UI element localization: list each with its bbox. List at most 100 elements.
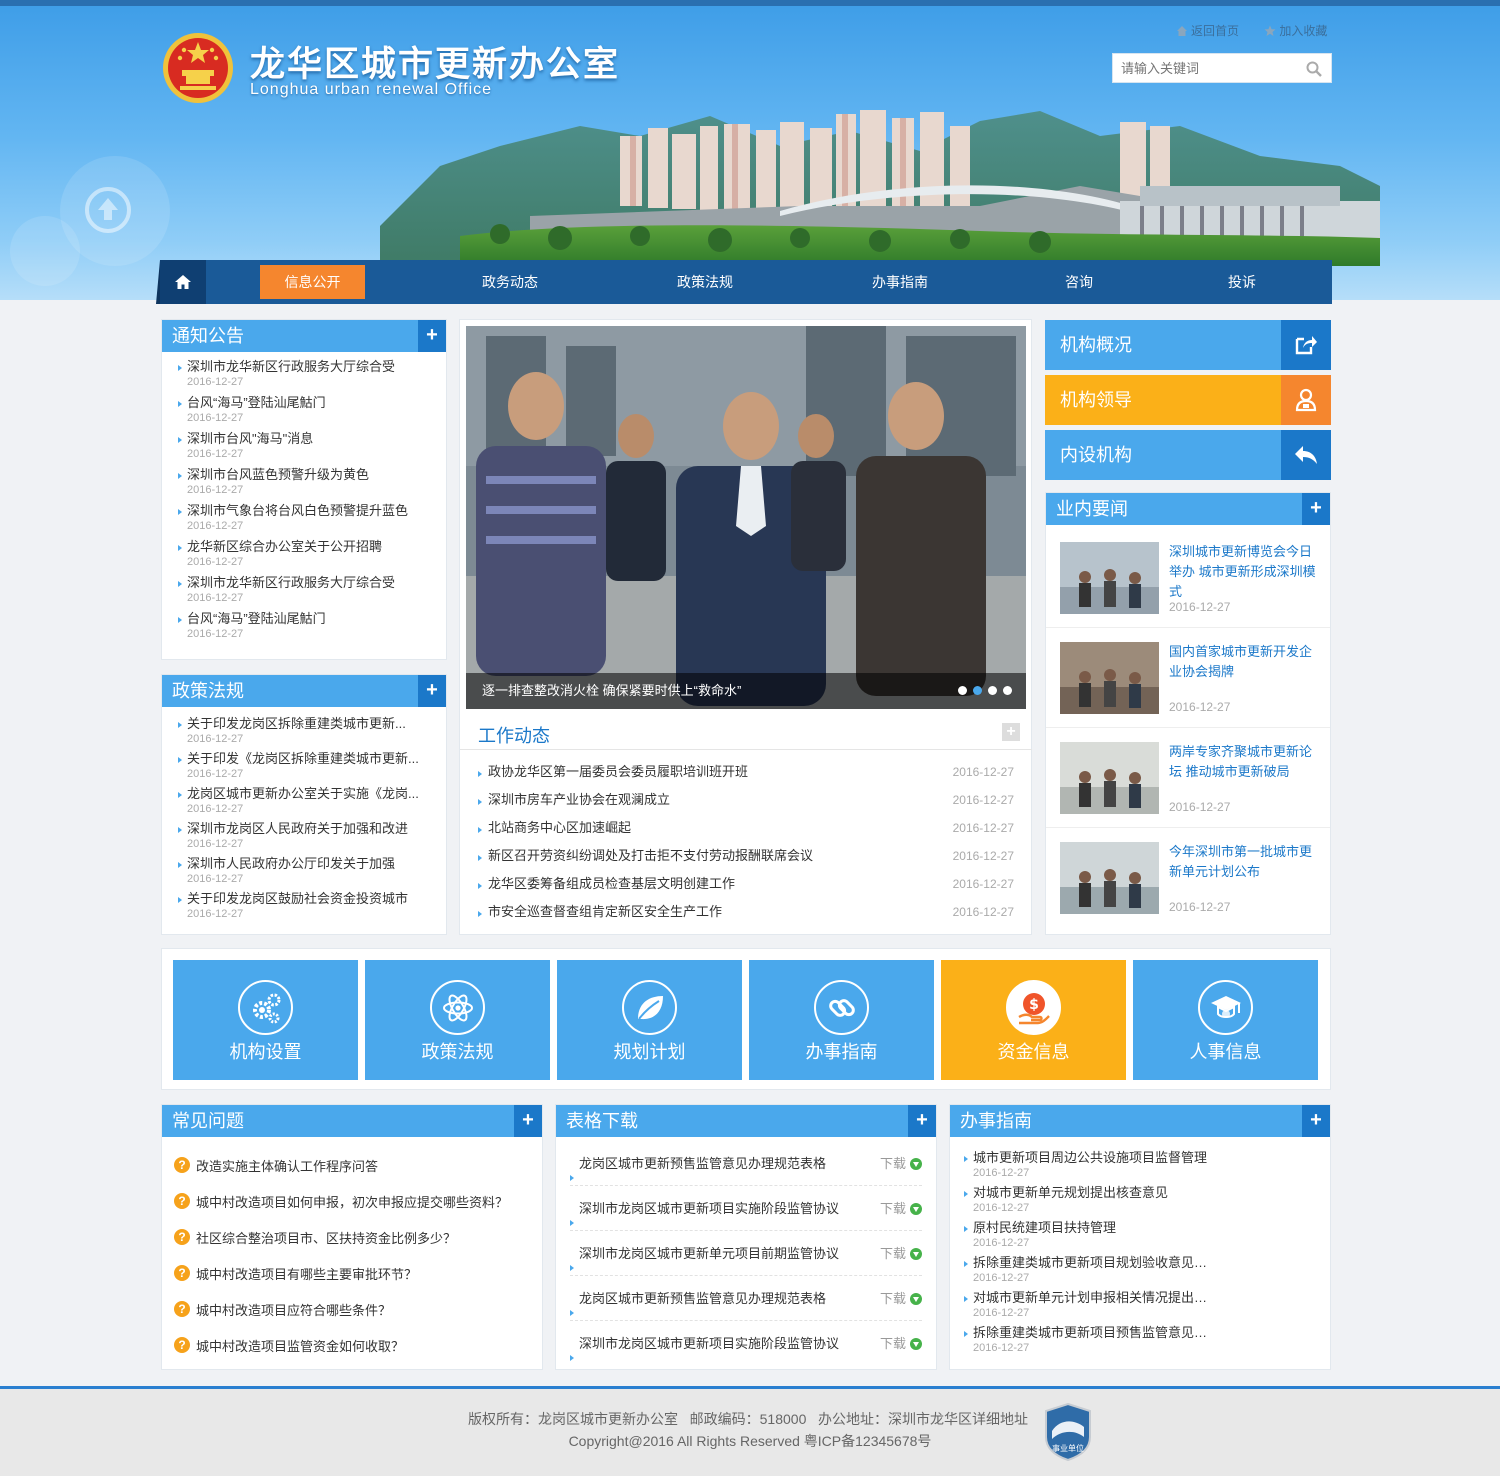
faq-item[interactable]: ? 城中村改造项目应符合哪些条件？	[174, 1291, 542, 1327]
list-item-title[interactable]: 龙岗区城市更新办公室关于实施《龙岗...	[178, 785, 433, 803]
news-slider[interactable]: 逐一排查整改消火栓 确保紧要时供上“救命水”	[466, 326, 1026, 709]
nav-home-button[interactable]	[160, 260, 206, 304]
service-tile[interactable]: 政策法规	[365, 960, 550, 1080]
nav-item-policy[interactable]: 政策法规	[655, 265, 755, 299]
news-title[interactable]: 国内首家城市更新开发企业协会揭牌	[1169, 642, 1319, 682]
download-button[interactable]: 下载	[880, 1141, 922, 1186]
faq-question[interactable]: 改造实施主体确认工作程序问答	[196, 1156, 378, 1175]
list-item[interactable]: 新区召开劳资纠纷调处及打击拒不支付劳动报酬联席会议 2016-12-27	[478, 846, 1016, 874]
list-item[interactable]: 市安全巡查督查组肯定新区安全生产工作 2016-12-27	[478, 902, 1016, 930]
list-item[interactable]: 深圳市人民政府办公厅印发关于加强 2016-12-27	[178, 855, 446, 890]
list-item[interactable]: 台风“海马”登陆汕尾鮕门 2016-12-27	[178, 394, 446, 430]
list-item[interactable]: 深圳市龙华新区行政服务大厅综合受 2016-12-27	[178, 358, 446, 394]
list-item[interactable]: 深圳市台风蓝色预警升级为黄色 2016-12-27	[178, 466, 446, 502]
slider-dot[interactable]	[1003, 686, 1012, 695]
faq-more-button[interactable]: +	[514, 1105, 542, 1137]
news-item[interactable]: 今年深圳市第一批城市更新单元计划公布 2016-12-27	[1060, 842, 1322, 922]
quick-link-button[interactable]: 内设机构	[1045, 430, 1331, 480]
faq-question[interactable]: 城中村改造项目有哪些主要审批环节？	[196, 1264, 417, 1283]
nav-item-gov-news[interactable]: 政务动态	[460, 265, 560, 299]
list-item-title[interactable]: 北站商务中心区加速崛起	[478, 820, 631, 835]
nav-item-complaint[interactable]: 投诉	[1208, 265, 1276, 299]
service-tile[interactable]: 人事信息	[1133, 960, 1318, 1080]
search-icon[interactable]	[1305, 60, 1323, 78]
faq-item[interactable]: ? 社区综合整治项目市、区扶持资金比例多少？	[174, 1219, 542, 1255]
home-link[interactable]: 返回首页	[1176, 22, 1239, 39]
faq-question[interactable]: 城中村改造项目如何申报，初次申报应提交哪些资料？	[196, 1192, 508, 1211]
favorite-link[interactable]: 加入收藏	[1264, 22, 1327, 39]
download-button[interactable]: 下载	[880, 1276, 922, 1321]
list-item-title[interactable]: 台风“海马”登陆汕尾鮕门	[178, 394, 433, 412]
list-item[interactable]: 关于印发《龙岗区拆除重建类城市更新... 2016-12-27	[178, 750, 446, 785]
form-title[interactable]: 深圳市龙岗区城市更新项目实施阶段监管协议	[570, 1336, 839, 1351]
list-item-title[interactable]: 深圳市台风蓝色预警升级为黄色	[178, 466, 433, 484]
list-item-title[interactable]: 拆除重建类城市更新项目预售监管意见办理	[964, 1324, 1219, 1342]
list-item[interactable]: 对城市更新单元规划提出核查意见 2016-12-27	[964, 1184, 1330, 1219]
faq-question[interactable]: 城中村改造项目监管资金如何收取？	[196, 1336, 404, 1355]
list-item[interactable]: 拆除重建类城市更新项目预售监管意见办理 2016-12-27	[964, 1324, 1330, 1359]
list-item[interactable]: 龙华新区综合办公室关于公开招聘 2016-12-27	[178, 538, 446, 574]
list-item-title[interactable]: 龙华区委筹备组成员检查基层文明创建工作	[478, 876, 735, 891]
news-item[interactable]: 两岸专家齐聚城市更新论坛 推动城市更新破局 2016-12-27	[1060, 742, 1322, 822]
download-button[interactable]: 下载	[880, 1231, 922, 1276]
list-item[interactable]: 深圳市龙岗区人民政府关于加强和改进 2016-12-27	[178, 820, 446, 855]
list-item-title[interactable]: 关于印发龙岗区拆除重建类城市更新...	[178, 715, 433, 733]
list-item-title[interactable]: 深圳市台风"海马"消息	[178, 430, 433, 448]
list-item[interactable]: 关于印发龙岗区鼓励社会资金投资城市 2016-12-27	[178, 890, 446, 925]
quick-link-button[interactable]: 机构概况	[1045, 320, 1331, 370]
list-item[interactable]: 政协龙华区第一届委员会委员履职培训班开班 2016-12-27	[478, 762, 1016, 790]
list-item[interactable]: 深圳市龙华新区行政服务大厅综合受 2016-12-27	[178, 574, 446, 610]
list-item-title[interactable]: 关于印发《龙岗区拆除重建类城市更新...	[178, 750, 433, 768]
list-item[interactable]: 城市更新项目周边公共设施项目监督管理 2016-12-27	[964, 1149, 1330, 1184]
list-item[interactable]: 深圳市台风"海马"消息 2016-12-27	[178, 430, 446, 466]
faq-item[interactable]: ? 城中村改造项目监管资金如何收取？	[174, 1327, 542, 1363]
list-item-title[interactable]: 关于印发龙岗区鼓励社会资金投资城市	[178, 890, 433, 908]
list-item-title[interactable]: 深圳市龙岗区人民政府关于加强和改进	[178, 820, 433, 838]
list-item[interactable]: 对城市更新单元计划申报相关情况提出核定意见 2016-12-27	[964, 1289, 1330, 1324]
faq-item[interactable]: ? 改造实施主体确认工作程序问答	[174, 1147, 542, 1183]
faq-item[interactable]: ? 城中村改造项目如何申报，初次申报应提交哪些资料？	[174, 1183, 542, 1219]
list-item-title[interactable]: 台风“海马”登陆汕尾鮕门	[178, 610, 433, 628]
form-title[interactable]: 深圳市龙岗区城市更新单元项目前期监管协议	[570, 1246, 839, 1261]
faq-question[interactable]: 社区综合整治项目市、区扶持资金比例多少？	[196, 1228, 456, 1247]
nav-item-guide[interactable]: 办事指南	[850, 265, 950, 299]
slider-dot-active[interactable]	[973, 686, 982, 695]
industry-more-button[interactable]: +	[1302, 493, 1330, 525]
news-item[interactable]: 深圳城市更新博览会今日举办 城市更新形成深圳模式 2016-12-27	[1060, 542, 1322, 622]
download-button[interactable]: 下载	[880, 1321, 922, 1366]
list-item[interactable]: 关于印发龙岗区拆除重建类城市更新... 2016-12-27	[178, 715, 446, 750]
list-item-title[interactable]: 拆除重建类城市更新项目规划验收意见办理	[964, 1254, 1219, 1272]
service-tile[interactable]: $ 资金信息	[941, 960, 1126, 1080]
list-item-title[interactable]: 龙华新区综合办公室关于公开招聘	[178, 538, 433, 556]
public-institution-badge[interactable]: 事业单位	[1044, 1403, 1092, 1461]
news-title[interactable]: 今年深圳市第一批城市更新单元计划公布	[1169, 842, 1319, 882]
guide-more-button[interactable]: +	[1302, 1105, 1330, 1137]
form-title[interactable]: 龙岗区城市更新预售监管意见办理规范表格	[570, 1291, 826, 1306]
download-button[interactable]: 下载	[880, 1186, 922, 1231]
slider-dot[interactable]	[958, 686, 967, 695]
list-item[interactable]: 拆除重建类城市更新项目规划验收意见办理 2016-12-27	[964, 1254, 1330, 1289]
service-tile[interactable]: 办事指南	[749, 960, 934, 1080]
search-input[interactable]	[1113, 54, 1303, 82]
list-item-title[interactable]: 深圳市龙华新区行政服务大厅综合受	[178, 358, 433, 376]
service-tile[interactable]: 机构设置	[173, 960, 358, 1080]
forms-more-button[interactable]: +	[908, 1105, 936, 1137]
list-item-title[interactable]: 对城市更新单元计划申报相关情况提出核定意见	[964, 1289, 1219, 1307]
list-item-title[interactable]: 政协龙华区第一届委员会委员履职培训班开班	[478, 764, 748, 779]
list-item[interactable]: 原村民统建项目扶持管理 2016-12-27	[964, 1219, 1330, 1254]
list-item-title[interactable]: 市安全巡查督查组肯定新区安全生产工作	[478, 904, 722, 919]
news-item[interactable]: 国内首家城市更新开发企业协会揭牌 2016-12-27	[1060, 642, 1322, 722]
list-item-title[interactable]: 深圳市气象台将台风白色预警提升蓝色	[178, 502, 433, 520]
quick-link-button[interactable]: 机构领导	[1045, 375, 1331, 425]
list-item[interactable]: 深圳市房车产业协会在观澜成立 2016-12-27	[478, 790, 1016, 818]
news-title[interactable]: 深圳城市更新博览会今日举办 城市更新形成深圳模式	[1169, 542, 1319, 602]
list-item[interactable]: 龙华区委筹备组成员检查基层文明创建工作 2016-12-27	[478, 874, 1016, 902]
list-item-title[interactable]: 新区召开劳资纠纷调处及打击拒不支付劳动报酬联席会议	[478, 848, 813, 863]
faq-question[interactable]: 城中村改造项目应符合哪些条件？	[196, 1300, 391, 1319]
policy-more-button[interactable]: +	[418, 675, 446, 707]
list-item-title[interactable]: 深圳市房车产业协会在观澜成立	[478, 792, 670, 807]
list-item[interactable]: 龙岗区城市更新办公室关于实施《龙岗... 2016-12-27	[178, 785, 446, 820]
form-title[interactable]: 龙岗区城市更新预售监管意见办理规范表格	[570, 1156, 826, 1171]
list-item-title[interactable]: 城市更新项目周边公共设施项目监督管理	[964, 1149, 1219, 1167]
news-title[interactable]: 两岸专家齐聚城市更新论坛 推动城市更新破局	[1169, 742, 1319, 782]
